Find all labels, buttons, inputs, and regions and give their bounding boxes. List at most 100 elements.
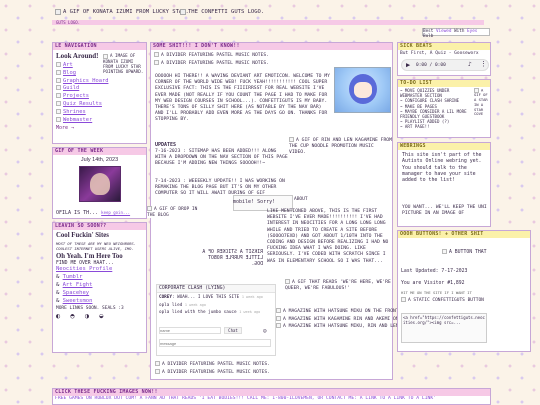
hits-note: HIT ME ON THE SITE IF I WANT IT — [401, 290, 472, 295]
magazine-alt: A MAGAZINE WITH HATSUNE MIKU ON THE FRON… — [283, 309, 402, 314]
nav-item-label[interactable]: Art — [63, 62, 73, 68]
a-button-that[interactable]: A BUTTON THAT — [442, 249, 487, 255]
footer-marquee[interactable]: FREE GAMES ON ROBLOX DOT COM! A FANN AD … — [53, 396, 490, 401]
leaving-panel: LEAVIN SO SOON?? Cool Fuckin' Sites MOST… — [52, 222, 147, 353]
volume-icon[interactable]: ♪ — [468, 61, 472, 68]
drop-in-blog-gif[interactable]: A GIF OF DROP IN THE BLOG — [147, 206, 199, 218]
chat-message-input[interactable] — [159, 339, 271, 347]
social-link-tumblr[interactable]: & Tumblr — [56, 273, 143, 281]
konata-pointing-alt: A IMAGE OF KONATA IZUMI FROM LUCKY STAR … — [103, 53, 144, 74]
nav-item-projects[interactable]: Projects — [56, 93, 143, 101]
nav-item-quiz-results[interactable]: Quiz Results — [56, 100, 143, 109]
header-title-label: GUTS LOGO. — [56, 20, 81, 25]
leaving-title: LEAVIN SO SOON?? — [53, 223, 146, 230]
visitor-counter: You are Visitor #1,892 — [401, 281, 465, 286]
broken-image-icon — [401, 297, 406, 302]
nav-panel: LE NAVIGATION Look Around! A IMAGE OF KO… — [52, 42, 147, 144]
webrings-panel: WEBRINGS This site isn't part of the Aut… — [397, 142, 491, 227]
social-link-sweetsmon[interactable]: & Sweetsmon — [56, 297, 143, 305]
chat-name-input[interactable] — [159, 327, 221, 334]
star-cove-gif: A GIF OF A STAR IN A STAR COVE — [474, 88, 491, 117]
cool-sites-desc: MOST OF THESE ARE MY NEO NEIGHBORS. COOL… — [56, 241, 137, 251]
music-divider: A DIVIDER FEATURING PASTEL MUSIC NOTES. — [155, 368, 270, 377]
nav-item-label[interactable]: Guild — [63, 85, 79, 91]
fabulous-gif-alt: A GIF THAT READS 'WE'RE HERE, WE'RE QUEE… — [285, 280, 391, 291]
broken-image-icon — [147, 206, 152, 211]
social-link-label[interactable]: Spacehey — [63, 290, 90, 296]
nav-item-graphics-hoard[interactable]: Graphics Hoard — [56, 77, 143, 86]
drop-in-blog-alt: A GIF OF DROP IN THE BLOG — [147, 207, 198, 218]
gotw-caption-link[interactable]: keep goin... — [101, 210, 130, 215]
social-link-spacehey[interactable]: & Spacehey — [56, 289, 143, 297]
todo-panel: TO-DO LIST ~ MOVE QUIZZES UNDER WEBMASTE… — [397, 79, 491, 138]
social-link-label[interactable]: Tumblr — [63, 274, 83, 280]
nav-item-label[interactable]: Graphics Hoard — [63, 78, 108, 84]
folder-icon — [56, 62, 61, 67]
about-text: LIKE MENTIONED ABOVE, THIS IS THE FIRST … — [267, 209, 389, 264]
music-divider: A DIVIDER FEATURING PASTEL MUSIC NOTES. — [154, 52, 389, 60]
webring-text: This site isn't part of the Autists Onli… — [402, 152, 482, 184]
nav-item-label[interactable]: Projects — [63, 93, 89, 99]
sick-beats-panel: SICK BEATS But First, A Quiz - Gooseworx… — [397, 42, 491, 76]
footer-panel: CLICK THESE FUCKING IMAGES NOW!! FREE GA… — [52, 388, 491, 405]
static-button[interactable]: A STATIC CONFETTIGUTS BUTTON — [401, 297, 529, 304]
static-button-alt: A STATIC CONFETTIGUTS BUTTON — [408, 298, 484, 303]
chat-title: CORPORATE CLASH (LYING) — [157, 285, 275, 293]
more-options-icon[interactable]: ⋮ — [480, 60, 487, 68]
broken-image-icon — [55, 9, 61, 15]
todo-title: TO-DO LIST — [398, 80, 490, 87]
embed-code-textarea[interactable]: <a href="https://confettiguts.neocities.… — [401, 313, 487, 343]
social-link-label[interactable]: Art Fight — [63, 282, 93, 288]
broken-image-icon — [155, 361, 160, 366]
star-cove-alt: A GIF OF A STAR IN A STAR COVE — [474, 87, 488, 117]
track-name: But First, A Quiz - Gooseworx — [400, 51, 479, 56]
konata-gif-alt: A GIF OF KONATA IZUMI FROM LUCKY STAR. — [63, 9, 189, 15]
broken-image-icon — [276, 323, 281, 328]
neocities-profile-link[interactable]: Neocities Profile — [56, 266, 143, 272]
gif-of-week-panel: GIF OF THE WEEK July 14th, 2023 OFILA IS… — [52, 147, 147, 219]
buttons-panel: OOOH BUTTONS! + OTHER SHIT A BUTTON THAT… — [397, 230, 531, 352]
folder-icon — [56, 77, 61, 83]
audio-player[interactable]: ▶ 0:00 / 0:00 ♪ ⋮ — [401, 59, 489, 71]
update-entry-1: 7-16-2023 : SITEMAP HAS BEEN ADDED!!! AL… — [155, 149, 288, 167]
divider-alt: A DIVIDER FEATURING PASTEL MUSIC NOTES. — [161, 60, 269, 66]
nav-more-link[interactable]: More → — [56, 125, 143, 131]
divider-alt: A DIVIDER FEATURING PASTEL MUSIC NOTES. — [161, 53, 269, 58]
nav-item-label[interactable]: Quiz Results — [63, 101, 102, 107]
ophelia-face — [90, 173, 110, 195]
gotw-title: GIF OF THE WEEK — [53, 148, 146, 155]
broken-image-icon — [276, 315, 281, 321]
browser-badges[interactable]: Best Viewed With Eyes Bulb — [422, 28, 490, 39]
gotw-date: July 14th, 2023 — [80, 157, 119, 163]
chat-message-text: opla lied — [159, 302, 183, 308]
play-icon[interactable]: ▶ — [406, 61, 410, 69]
nav-item-label[interactable]: Shrines — [63, 109, 86, 115]
konata-pointing-image: A IMAGE OF KONATA IZUMI FROM LUCKY STAR … — [103, 53, 145, 74]
nav-item-label[interactable]: Blog — [63, 70, 76, 76]
audio-time: 0:00 / 0:00 — [416, 63, 446, 68]
emoji-icon[interactable]: ☺ — [263, 328, 267, 335]
nav-item-webmaster[interactable]: Webmaster — [56, 116, 143, 125]
konata-face — [354, 82, 372, 98]
chat-message-time: 1 week ago — [184, 302, 206, 307]
mobile-note: mobile! Sorry! — [233, 199, 276, 205]
fabulous-gif: A GIF THAT READS 'WE'RE HERE, WE'RE QUEE… — [285, 279, 391, 292]
konata-lucky-star-image — [334, 67, 391, 113]
seal-icons: ◐ ◓ ◑ ◒ — [56, 312, 107, 320]
chat-send-button[interactable]: Chat — [224, 327, 242, 334]
chat-message-name: COREY — [159, 295, 172, 300]
nav-item-label[interactable]: Webmaster — [63, 117, 92, 123]
broken-image-icon — [154, 59, 159, 65]
chat-message-time: 1 week ago — [241, 295, 263, 299]
social-link-artfight[interactable]: & Art Fight — [56, 281, 143, 289]
chat-message: COREY: WOAH... I LOVE THIS SITE 1 week a… — [159, 295, 263, 300]
badge-with: With — [454, 29, 465, 34]
chat-message-text: opla lied with the jumbo sauce — [159, 310, 237, 315]
more-links-note: MORE LINKS SOON. SEALS :3 — [56, 306, 124, 311]
here-too-heading: Oh Yeah. I'm Here Too — [56, 253, 123, 260]
nav-item-guild[interactable]: Guild — [56, 85, 143, 93]
sick-beats-title: SICK BEATS — [398, 43, 490, 50]
social-link-label[interactable]: Sweetsmon — [63, 298, 93, 304]
rin-len-gif: A GIF OF RIN AND LEN KAGAMINE FROM THE C… — [289, 137, 392, 156]
nav-item-shrines[interactable]: Shrines — [56, 108, 143, 117]
